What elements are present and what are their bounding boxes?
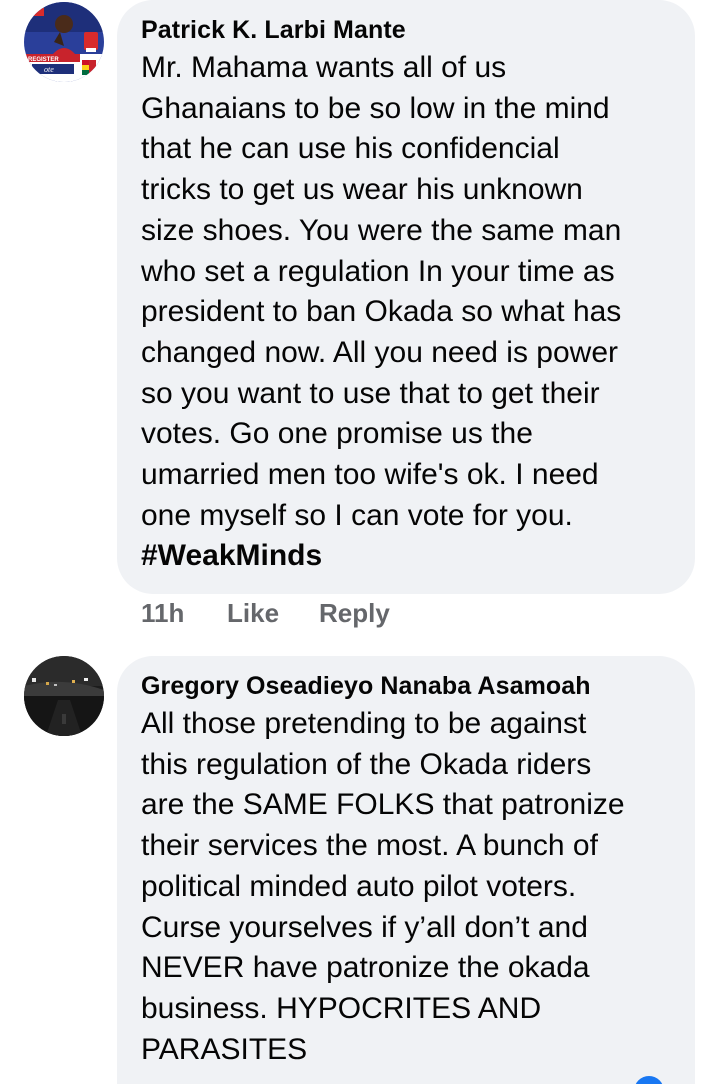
comment-line: are the SAME FOLKS that patronize [141, 788, 625, 822]
avatar[interactable]: REGISTER ote [24, 2, 104, 82]
author-name[interactable]: Patrick K. Larbi Mante [141, 14, 673, 46]
author-name[interactable]: Gregory Oseadieyo Nanaba Asamoah [141, 670, 673, 702]
comment-line: votes. Go one promise us the [141, 417, 533, 451]
avatar-badge-text-2: ote [44, 65, 54, 74]
like-button[interactable]: Like [227, 598, 319, 629]
comment-text: Mr. Mahama wants all of us Ghanaians to … [141, 48, 673, 577]
comment-line: this regulation of the Okada riders [141, 747, 592, 781]
hashtag-link[interactable]: #WeakMinds [141, 536, 673, 577]
night-road-photo-avatar-icon [24, 656, 104, 736]
comment-line: political minded auto pilot voters. [141, 869, 577, 903]
comment-line: business. HYPOCRITES AND [141, 991, 542, 1025]
comment-line: All those pretending to be against [141, 707, 587, 740]
comment-line: their services the most. A bunch of [141, 829, 598, 863]
profile-photo-avatar-icon: REGISTER ote [24, 2, 104, 82]
comment-text: All those pretending to be against this … [141, 704, 673, 1070]
comment-actions: 11h Like Reply [141, 598, 390, 629]
comment-line: size shoes. You were the same man [141, 213, 622, 247]
comment-line: tricks to get us wear his unknown [141, 173, 583, 207]
comment-line: umarried men too wife's ok. I need [141, 458, 599, 492]
comment-line: NEVER have patronize the okada [141, 951, 590, 985]
comment-line: one myself so I can vote for you. [141, 498, 573, 532]
avatar-badge-text: REGISTER [28, 57, 59, 63]
timestamp[interactable]: 11h [141, 598, 227, 629]
comment-line: Ghanaians to be so low in the mind [141, 91, 610, 125]
comment-bubble: Patrick K. Larbi Mante Mr. Mahama wants … [117, 0, 695, 594]
comment-line: president to ban Okada so what has [141, 295, 622, 329]
comment-line: PARASITES [141, 1032, 308, 1066]
comment-line: Mr. Mahama wants all of us [141, 51, 507, 84]
comment-bubble: Gregory Oseadieyo Nanaba Asamoah All tho… [117, 656, 695, 1084]
reply-button[interactable]: Reply [319, 598, 390, 629]
avatar[interactable] [24, 656, 104, 736]
comment-thread: REGISTER ote Patrick K. Larbi Mante Mr. … [0, 0, 720, 1084]
comment-line: who set a regulation In your time as [141, 254, 615, 288]
comment-line: Curse yourselves if y’all don’t and [141, 910, 588, 944]
comment-line: so you want to use that to get their [141, 376, 600, 410]
comment-line: changed now. All you need is power [141, 335, 618, 369]
comment-line: that he can use his confidencial [141, 132, 560, 166]
